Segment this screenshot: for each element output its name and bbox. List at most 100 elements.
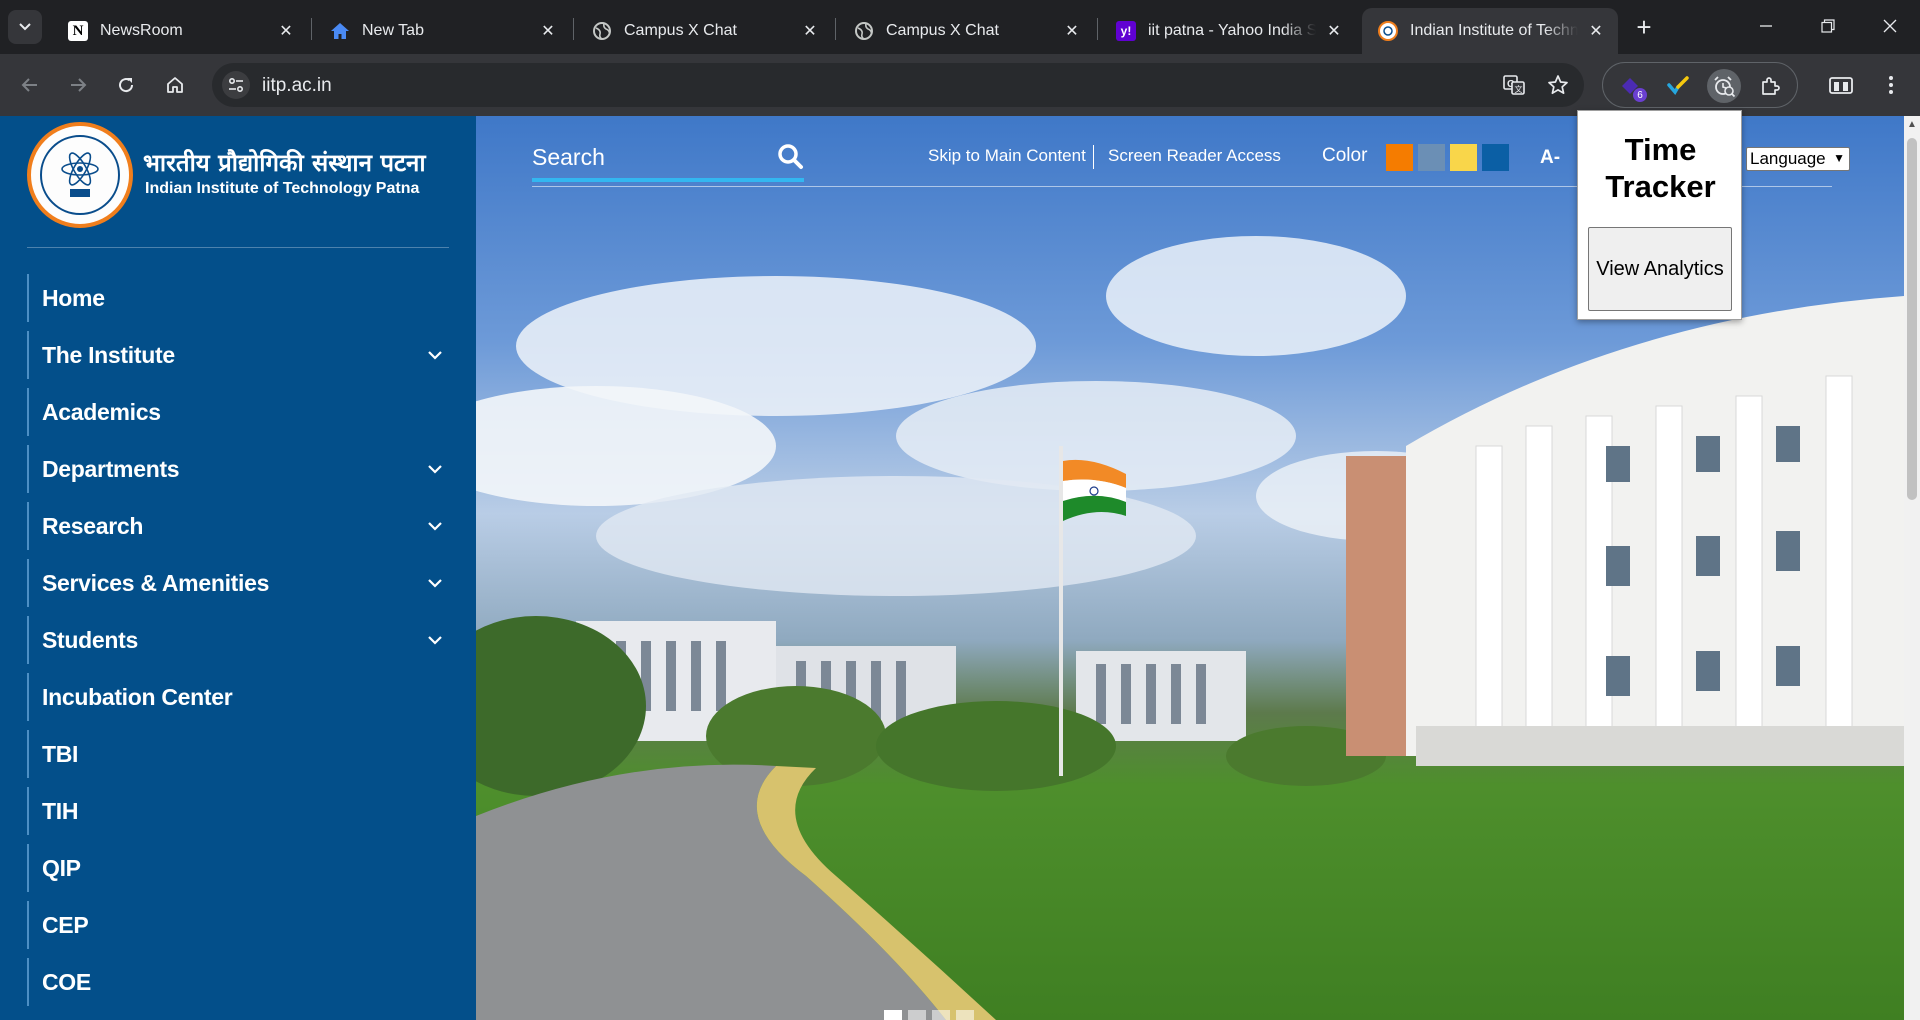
chevron-down-icon[interactable] (423, 457, 447, 481)
carousel-dot[interactable] (956, 1010, 974, 1020)
browser-tab[interactable]: Campus X Chat ✕ (576, 8, 832, 54)
nav-item-coe[interactable]: COE (27, 958, 447, 1006)
scroll-up-arrow-icon[interactable]: ▲ (1904, 116, 1920, 132)
font-size-decrease-button[interactable]: A- (1540, 147, 1560, 169)
nav-item-cep[interactable]: CEP (27, 901, 447, 949)
page-scrollbar[interactable]: ▲ (1904, 116, 1920, 1020)
browser-tab-active[interactable]: Indian Institute of Techno ✕ (1362, 8, 1618, 54)
time-tracker-extension-button[interactable] (1707, 69, 1741, 103)
close-tab-icon[interactable]: ✕ (1062, 21, 1082, 41)
nav-item-incubation-center[interactable]: Incubation Center (27, 673, 447, 721)
chevron-down-icon[interactable] (423, 343, 447, 367)
carousel-dot[interactable] (908, 1010, 926, 1020)
nav-item-home[interactable]: Home (27, 274, 447, 322)
site-info-icon[interactable] (222, 71, 250, 99)
back-button[interactable] (13, 68, 47, 102)
address-bar[interactable]: iitp.ac.in G文 (212, 63, 1584, 107)
scrollbar-thumb[interactable] (1907, 138, 1917, 500)
nav-item-label: CEP (42, 911, 89, 938)
nav-item-services-amenities[interactable]: Services & Amenities (27, 559, 447, 607)
incognito-profile-icon (1829, 77, 1853, 94)
yahoo-icon: y! (1116, 21, 1136, 41)
chevron-down-icon[interactable] (423, 514, 447, 538)
tab-divider (1097, 18, 1098, 40)
language-select[interactable]: Language ▼ (1746, 147, 1850, 171)
forward-button[interactable] (61, 68, 95, 102)
view-analytics-button[interactable]: View Analytics (1588, 227, 1732, 311)
browser-tab[interactable]: New Tab ✕ (314, 8, 570, 54)
carousel-dot[interactable] (932, 1010, 950, 1020)
nav-item-label: Research (42, 512, 144, 539)
close-tab-icon[interactable]: ✕ (1586, 21, 1606, 41)
institute-name-hindi[interactable]: भारतीय प्रौद्योगिकी संस्थान पटना (143, 146, 426, 179)
color-swatch-blue[interactable] (1482, 144, 1509, 171)
chevron-down-icon[interactable] (423, 571, 447, 595)
color-swatch-blue-grey[interactable] (1418, 144, 1445, 171)
main-navigation: Home The Institute Academics Departments… (27, 274, 447, 1015)
reload-button[interactable] (109, 68, 143, 102)
new-tab-button[interactable]: + (1630, 12, 1658, 42)
browser-toolbar: iitp.ac.in G文 6 (0, 54, 1920, 116)
extension-button[interactable] (1661, 69, 1695, 103)
globe-icon (592, 21, 612, 41)
address-bar-url[interactable]: iitp.ac.in (262, 75, 332, 97)
nav-item-label: The Institute (42, 341, 175, 368)
extensions-menu-button[interactable] (1753, 69, 1787, 103)
translate-icon[interactable]: G文 (1502, 73, 1526, 97)
nav-item-label: Services & Amenities (42, 569, 270, 596)
extension-button[interactable]: 6 (1613, 69, 1647, 103)
link-separator (1093, 145, 1094, 169)
tab-title: Campus X Chat (624, 22, 737, 39)
close-tab-icon[interactable]: ✕ (1324, 21, 1344, 41)
bookmark-star-icon[interactable] (1546, 73, 1570, 97)
close-icon (1883, 19, 1897, 33)
tab-search-button[interactable] (8, 10, 42, 44)
screen-reader-access-link[interactable]: Screen Reader Access (1108, 146, 1281, 166)
browser-tab[interactable]: Campus X Chat ✕ (838, 8, 1094, 54)
nav-item-tih[interactable]: TIH (27, 787, 447, 835)
tab-title: NewsRoom (100, 22, 183, 39)
search-icon[interactable] (776, 142, 804, 170)
nav-item-research[interactable]: Research (27, 502, 447, 550)
atom-emblem-icon (61, 152, 99, 197)
site-sidebar: भारतीय प्रौद्योगिकी संस्थान पटना Indian … (0, 116, 476, 1020)
nav-item-label: Academics (42, 398, 161, 425)
profile-button[interactable] (1824, 68, 1858, 102)
color-swatch-orange[interactable] (1386, 144, 1413, 171)
close-window-button[interactable] (1860, 8, 1920, 44)
kebab-menu-icon (1889, 76, 1893, 94)
chevron-down-icon[interactable] (423, 628, 447, 652)
nav-item-label: Students (42, 626, 138, 653)
skip-to-main-link[interactable]: Skip to Main Content (928, 146, 1086, 166)
time-tracker-popup: Time Tracker View Analytics (1577, 110, 1742, 320)
home-button[interactable] (158, 68, 192, 102)
nav-item-the-institute[interactable]: The Institute (27, 331, 447, 379)
institute-name-english[interactable]: Indian Institute of Technology Patna (145, 180, 419, 198)
nav-item-academics[interactable]: Academics (27, 388, 447, 436)
puzzle-piece-icon (1762, 77, 1780, 95)
nav-item-qip[interactable]: QIP (27, 844, 447, 892)
nav-item-tbi[interactable]: TBI (27, 730, 447, 778)
restore-window-button[interactable] (1798, 8, 1858, 44)
browser-tab[interactable]: N NewsRoom ✕ (52, 8, 308, 54)
iitp-logo-seal[interactable] (27, 122, 133, 228)
svg-text:文: 文 (1515, 84, 1523, 94)
tab-title: Campus X Chat (886, 22, 999, 39)
close-tab-icon[interactable]: ✕ (276, 21, 296, 41)
tab-title: iit patna - Yahoo India Se (1148, 22, 1316, 39)
browser-menu-button[interactable] (1874, 68, 1908, 102)
chevron-down-icon (19, 23, 31, 31)
color-theme-label: Color (1322, 145, 1368, 166)
browser-tab[interactable]: y! iit patna - Yahoo India Se ✕ (1100, 8, 1356, 54)
home-outline-icon (167, 77, 183, 93)
search-placeholder[interactable]: Search (532, 144, 605, 171)
nav-item-departments[interactable]: Departments (27, 445, 447, 493)
carousel-dot-active[interactable] (884, 1010, 902, 1020)
color-swatch-yellow[interactable] (1450, 144, 1477, 171)
site-search-box[interactable]: Search (532, 138, 804, 182)
nav-item-students[interactable]: Students (27, 616, 447, 664)
minimize-window-button[interactable] (1736, 8, 1796, 44)
close-tab-icon[interactable]: ✕ (800, 21, 820, 41)
reload-icon (119, 78, 134, 93)
close-tab-icon[interactable]: ✕ (538, 21, 558, 41)
